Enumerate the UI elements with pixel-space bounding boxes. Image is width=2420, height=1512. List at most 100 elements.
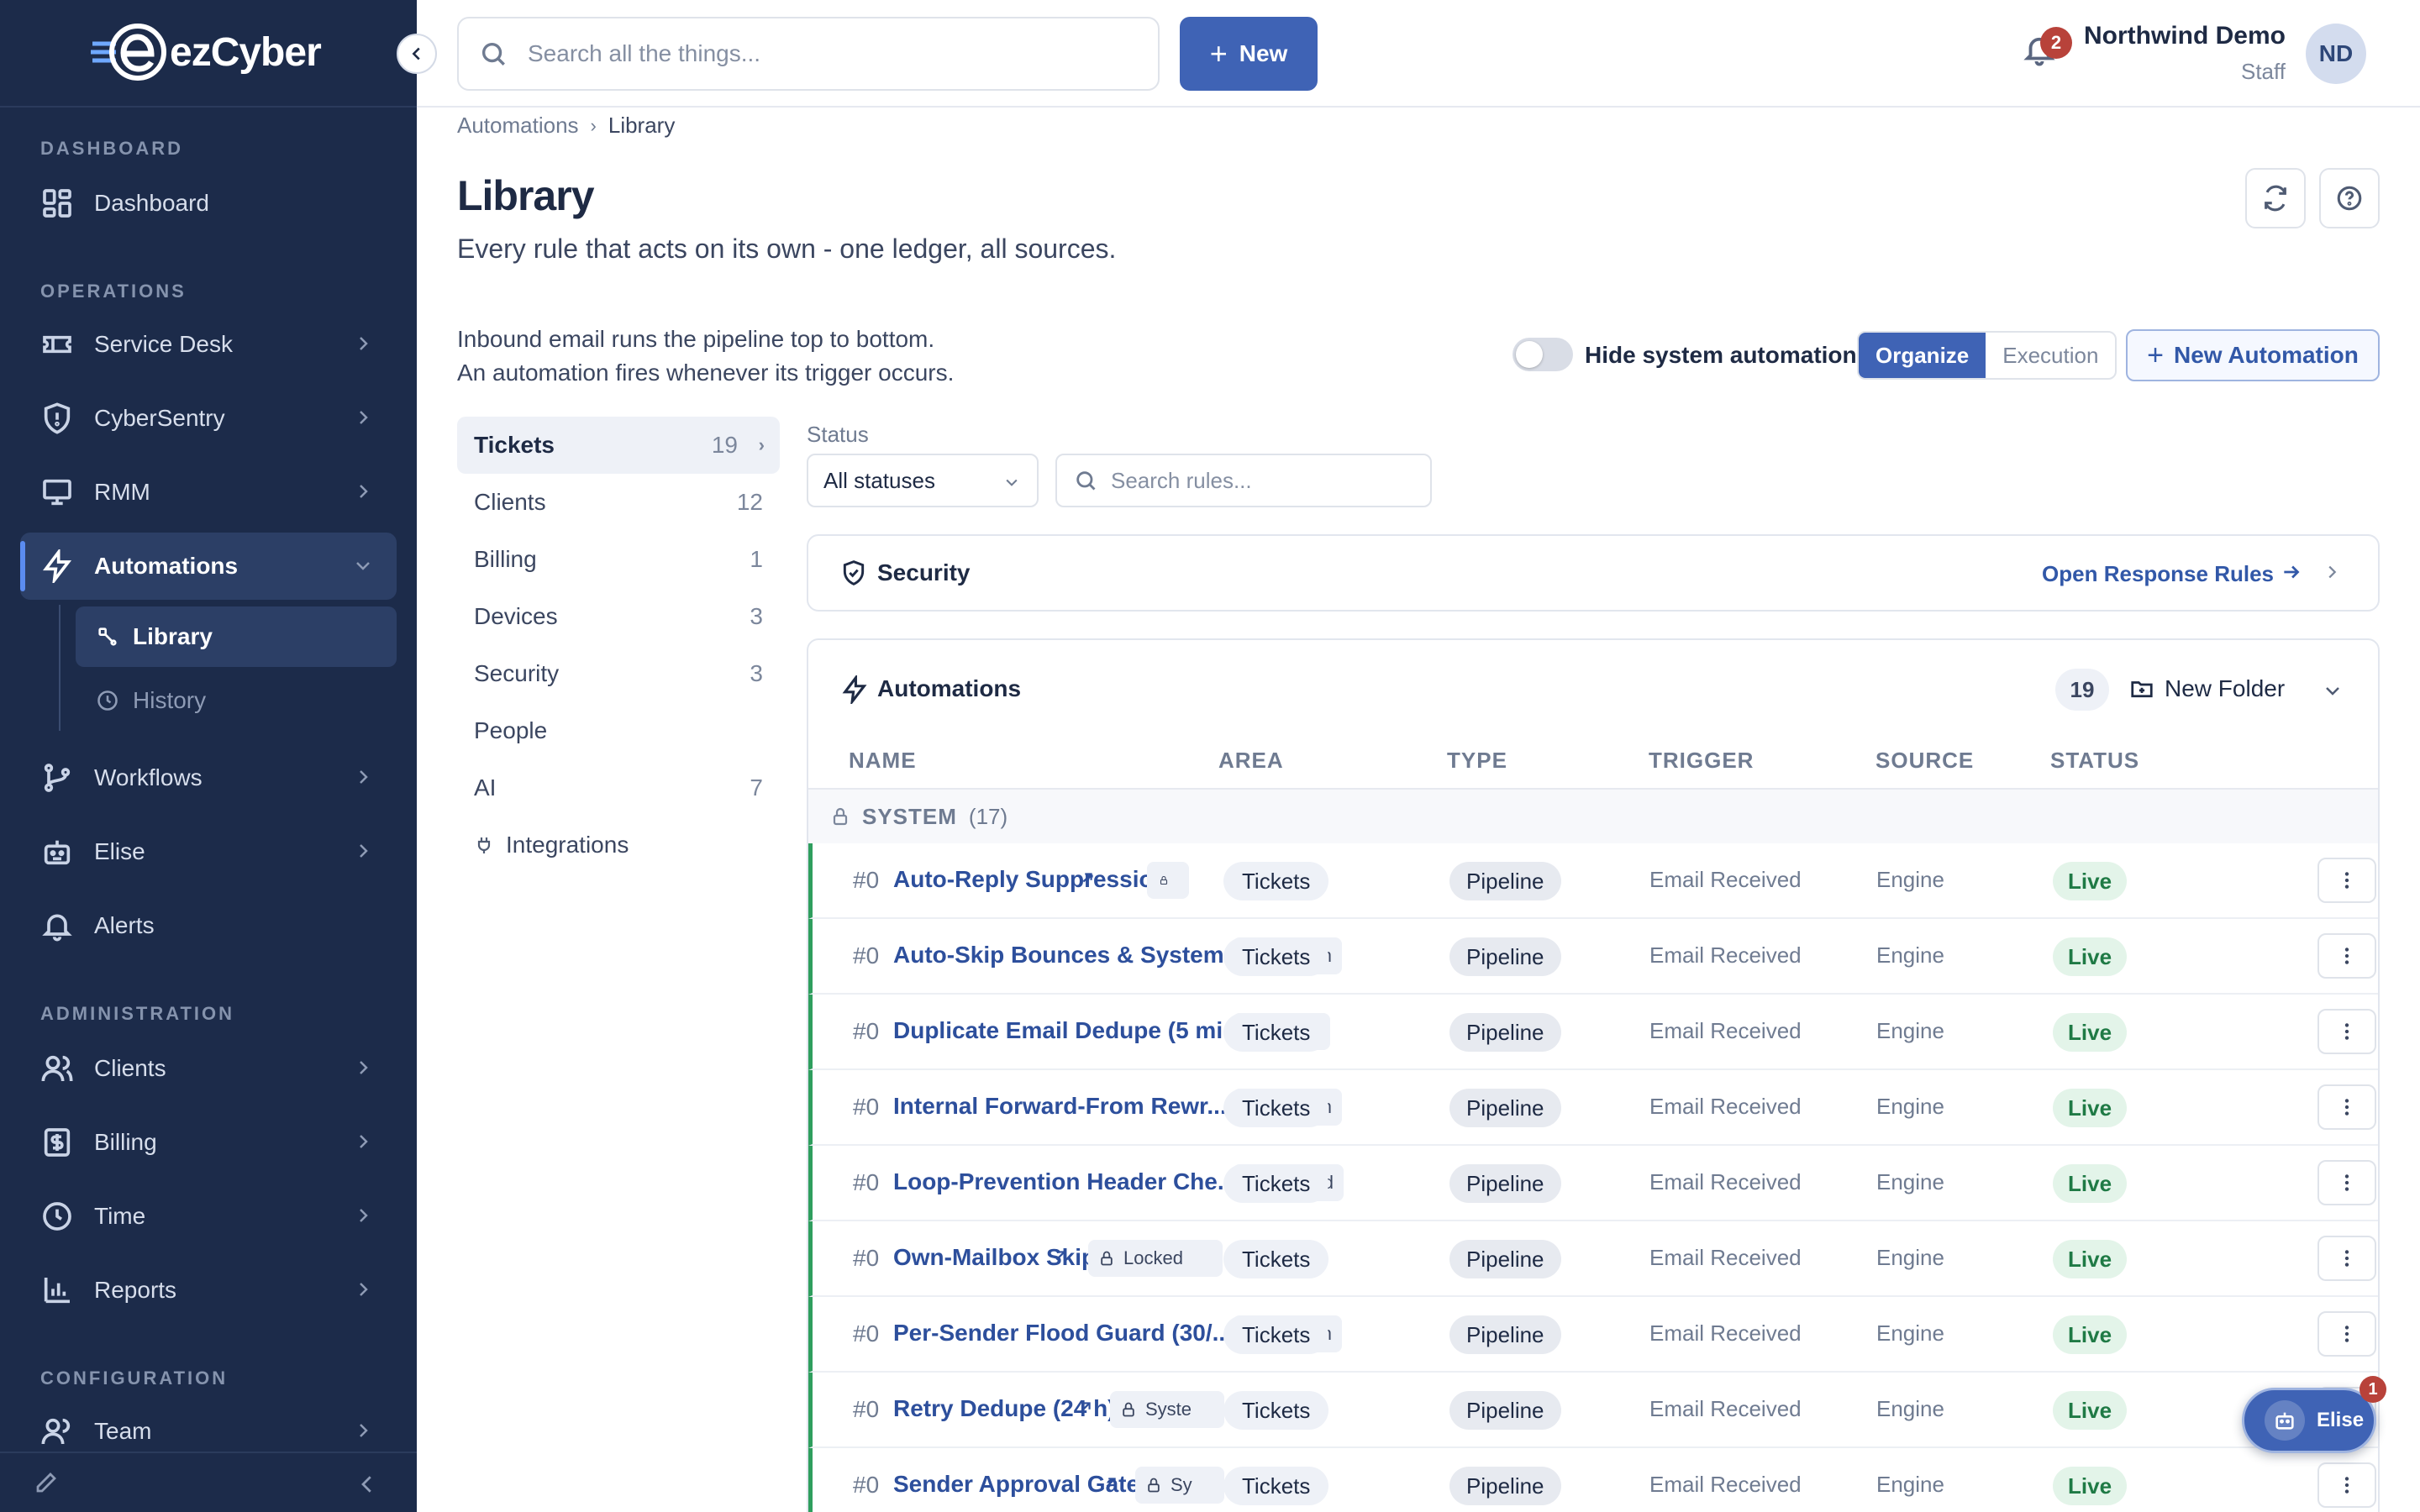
sidebar-item-dashboard[interactable]: Dashboard	[20, 170, 397, 237]
sidebar-subitem-history[interactable]: History	[76, 670, 397, 731]
category-billing[interactable]: Billing 1	[457, 531, 780, 588]
chevron-left-icon[interactable]	[355, 1472, 380, 1501]
notifications-button[interactable]: 2	[2022, 27, 2072, 76]
table-row[interactable]: #0 Retry Dedupe (24 h) Syste Tickets Pip…	[808, 1373, 2378, 1448]
chevron-down-icon[interactable]	[2323, 680, 2343, 701]
sidebar-subitem-library[interactable]: Library	[76, 606, 397, 667]
sidebar-item-rmm[interactable]: RMM	[20, 459, 397, 526]
view-mode-organize[interactable]: Organize	[1859, 333, 1986, 378]
status-badge: Live	[2053, 1391, 2128, 1430]
category-people[interactable]: People	[457, 702, 780, 759]
hide-system-toggle[interactable]	[1512, 338, 1573, 371]
external-link-icon[interactable]	[1078, 869, 1097, 887]
category-clients[interactable]: Clients 12	[457, 474, 780, 531]
chevron-right-icon	[353, 333, 373, 353]
table-row[interactable]: #0 Internal Forward-From Rewr... stem Ti…	[808, 1070, 2378, 1146]
ticket-icon	[40, 328, 74, 361]
row-menu-button[interactable]	[2317, 1236, 2376, 1281]
status-filter-value: All statuses	[823, 467, 935, 493]
rule-search[interactable]	[1055, 454, 1432, 507]
sidebar-item-reports[interactable]: Reports	[20, 1257, 397, 1324]
table-row[interactable]: #0 Duplicate Email Dedupe (5 min) tem Ti…	[808, 995, 2378, 1070]
group-system[interactable]: SYSTEM (17)	[808, 790, 2378, 843]
status-filter-select[interactable]: All statuses	[807, 454, 1039, 507]
trigger-text: Email Received	[1649, 942, 1802, 968]
rule-name-link[interactable]: Internal Forward-From Rewr...	[893, 1093, 1224, 1120]
rule-id: #0	[853, 867, 880, 893]
row-menu-button[interactable]	[2317, 1311, 2376, 1357]
category-label: Tickets	[474, 432, 555, 458]
rule-name-link[interactable]: Auto-Reply Suppression	[893, 866, 1168, 893]
brand-logo[interactable]: ezCyber	[91, 22, 322, 82]
sidebar-item-cybersentry[interactable]: CyberSentry	[20, 385, 397, 452]
user-name[interactable]: Northwind Demo	[2084, 22, 2286, 50]
sidebar-item-clients[interactable]: Clients	[20, 1035, 397, 1102]
column-name[interactable]: NAME	[849, 748, 917, 774]
table-row[interactable]: #0 Sender Approval Gate Sy Tickets Pipel…	[808, 1448, 2378, 1512]
category-security[interactable]: Security 3	[457, 645, 780, 702]
elise-chat-button[interactable]: Elise	[2242, 1388, 2376, 1453]
category-ai[interactable]: AI 7	[457, 759, 780, 816]
refresh-button[interactable]	[2245, 168, 2306, 228]
table-row[interactable]: #0 Loop-Prevention Header Che... cked Ti…	[808, 1146, 2378, 1221]
area-chip: Tickets	[1223, 1240, 1329, 1278]
new-button-label: New	[1239, 40, 1288, 66]
row-menu-button[interactable]	[2317, 858, 2376, 903]
column-type[interactable]: TYPE	[1447, 748, 1507, 774]
row-menu-button[interactable]	[2317, 1084, 2376, 1130]
help-button[interactable]	[2319, 168, 2380, 228]
category-tickets[interactable]: Tickets 19 ›	[457, 417, 780, 474]
category-label: Security	[474, 660, 560, 686]
status-badge: Live	[2053, 1467, 2128, 1505]
status-badge: Live	[2053, 1089, 2128, 1127]
view-mode-execution[interactable]: Execution	[1986, 333, 2115, 378]
rule-name-link[interactable]: Auto-Skip Bounces & System ...	[893, 942, 1224, 969]
sidebar-item-elise[interactable]: Elise	[20, 818, 397, 885]
sidebar-item-alerts[interactable]: Alerts	[20, 892, 397, 959]
sidebar-item-workflows[interactable]: Workflows	[20, 744, 397, 811]
category-integrations[interactable]: Integrations	[457, 816, 780, 874]
category-count: 12	[736, 489, 763, 515]
rule-search-input[interactable]	[1111, 467, 1430, 494]
global-search[interactable]	[457, 17, 1160, 91]
search-input[interactable]	[528, 40, 1150, 67]
new-button[interactable]: + New	[1180, 17, 1318, 91]
row-menu-button[interactable]	[2317, 1160, 2376, 1205]
external-link-icon[interactable]	[1102, 1473, 1120, 1492]
breadcrumb-automations[interactable]: Automations	[457, 113, 579, 139]
category-devices[interactable]: Devices 3	[457, 588, 780, 645]
sidebar-item-service-desk[interactable]: Service Desk	[20, 311, 397, 378]
sidebar-item-automations[interactable]: Automations	[20, 533, 397, 600]
row-menu-button[interactable]	[2317, 1462, 2376, 1508]
more-vertical-icon	[2344, 948, 2349, 964]
security-card-title: Security	[877, 559, 971, 585]
security-card[interactable]: Security Open Response Rules	[807, 534, 2380, 612]
sidebar-item-time[interactable]: Time	[20, 1183, 397, 1250]
row-menu-button[interactable]	[2317, 1009, 2376, 1054]
avatar[interactable]: ND	[2306, 24, 2366, 84]
external-link-icon[interactable]	[1076, 1398, 1095, 1416]
open-response-rules-link[interactable]: Open Response Rules	[2042, 561, 2274, 587]
external-link-icon[interactable]	[1051, 1247, 1070, 1265]
area-chip: Tickets	[1223, 1089, 1329, 1127]
table-row[interactable]: #0 Own-Mailbox Skip Locked Tickets Pipel…	[808, 1221, 2378, 1297]
table-row[interactable]: #0 Per-Sender Flood Guard (30/... stem T…	[808, 1297, 2378, 1373]
new-automation-button[interactable]: + New Automation	[2126, 329, 2380, 381]
column-area[interactable]: AREA	[1218, 748, 1284, 774]
column-source[interactable]: SOURCE	[1876, 748, 1974, 774]
collapse-sidebar-button[interactable]	[397, 34, 437, 74]
column-trigger[interactable]: TRIGGER	[1649, 748, 1754, 774]
new-folder-button[interactable]: New Folder	[2129, 675, 2285, 702]
rule-name-link[interactable]: Duplicate Email Dedupe (5 min)	[893, 1017, 1224, 1044]
table-row[interactable]: #0 Auto-Reply Suppression Tickets Pipeli…	[808, 843, 2378, 919]
table-row[interactable]: #0 Auto-Skip Bounces & System ... stem T…	[808, 919, 2378, 995]
edit-icon[interactable]	[34, 1470, 59, 1499]
rule-name-link[interactable]: Per-Sender Flood Guard (30/...	[893, 1320, 1224, 1347]
column-status[interactable]: STATUS	[2050, 748, 2139, 774]
rule-name-link[interactable]: Loop-Prevention Header Che...	[893, 1168, 1224, 1195]
pipeline-intro: Inbound email runs the pipeline top to b…	[457, 323, 954, 390]
status-badge: Live	[2053, 1013, 2128, 1052]
sidebar-item-billing[interactable]: Billing	[20, 1109, 397, 1176]
row-menu-button[interactable]	[2317, 933, 2376, 979]
brand-name: ezCyber	[170, 29, 322, 75]
